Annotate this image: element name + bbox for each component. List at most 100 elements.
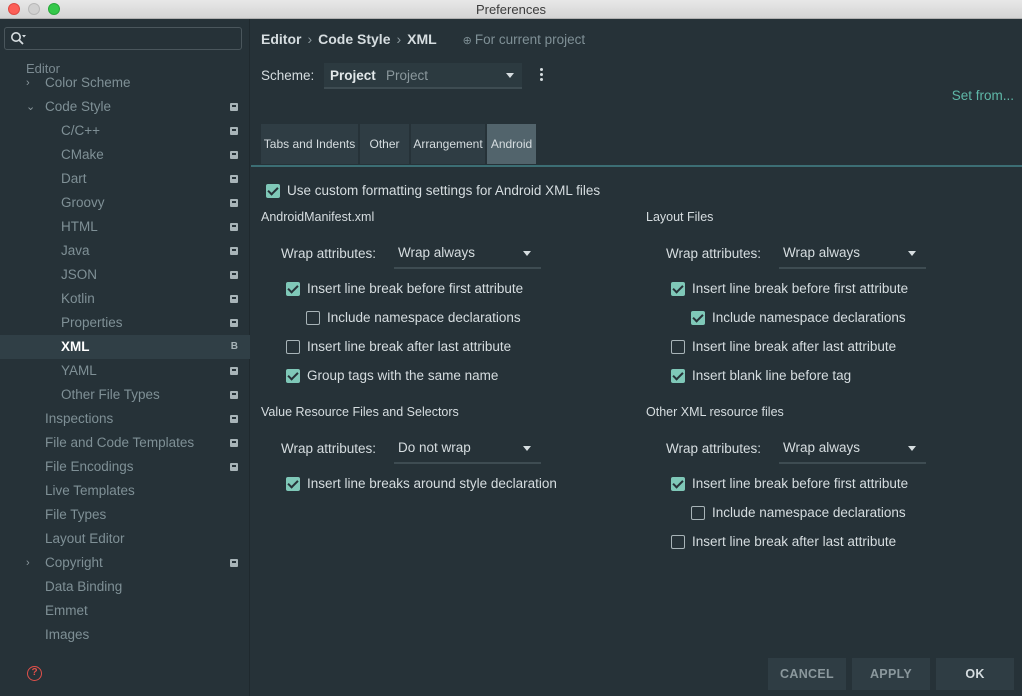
project-badge-icon — [230, 103, 238, 111]
values-wrap-label: Wrap attributes: — [281, 441, 377, 456]
sidebar-item-label: File Encodings — [45, 459, 134, 474]
breadcrumb-xml: XML — [407, 31, 437, 47]
sidebar-item-c-c[interactable]: C/C++ — [0, 119, 250, 143]
layout-break-after-label: Insert line break after last attribute — [692, 339, 897, 354]
sidebar-item-label: Code Style — [45, 99, 112, 114]
sidebar-item-file-types[interactable]: File Types — [0, 503, 250, 527]
layout-break-before-checkbox[interactable] — [671, 282, 685, 296]
tab-android[interactable]: Android — [487, 124, 537, 164]
values-wrap-value: Do not wrap — [398, 440, 471, 455]
project-badge-icon — [230, 295, 238, 303]
project-badge-icon — [230, 367, 238, 375]
project-scope-note: ⊕ For current project — [463, 32, 592, 47]
sidebar-item-label: Other File Types — [61, 387, 160, 402]
manifest-group-tags-label: Group tags with the same name — [307, 368, 499, 383]
sidebar-item-label: JSON — [61, 267, 98, 282]
sidebar-item-label: CMake — [61, 147, 104, 162]
other-break-after-label: Insert line break after last attribute — [692, 534, 897, 549]
scheme-value: Project — [330, 68, 376, 83]
layout-wrap-label: Wrap attributes: — [666, 246, 762, 261]
breadcrumb-separator: › — [307, 31, 313, 47]
cancel-button[interactable]: CANCEL — [768, 658, 846, 690]
use-custom-checkbox[interactable] — [266, 184, 280, 198]
ok-button[interactable]: OK — [936, 658, 1014, 690]
other-wrap-dropdown[interactable]: Wrap always — [779, 434, 926, 464]
search-input[interactable] — [4, 27, 242, 50]
chevron-right-icon[interactable]: › — [26, 71, 30, 95]
scheme-dropdown[interactable]: Project Project — [324, 63, 522, 89]
tab-other[interactable]: Other — [360, 124, 410, 164]
set-from-link[interactable]: Set from... — [952, 88, 1014, 103]
sidebar-item-json[interactable]: JSON — [0, 263, 250, 287]
sidebar-item-data-binding[interactable]: Data Binding — [0, 575, 250, 599]
other-break-before-checkbox[interactable] — [671, 477, 685, 491]
sidebar-item-yaml[interactable]: YAML — [0, 359, 250, 383]
apply-button[interactable]: APPLY — [852, 658, 930, 690]
values-wrap-dropdown[interactable]: Do not wrap — [394, 434, 541, 464]
chevron-down-icon[interactable]: ⌄ — [26, 95, 35, 119]
project-badge-icon — [230, 319, 238, 327]
sidebar-item-kotlin[interactable]: Kotlin — [0, 287, 250, 311]
sidebar-item-file-encodings[interactable]: File Encodings — [0, 455, 250, 479]
sidebar-item-images[interactable]: Images — [0, 623, 250, 647]
sidebar-item-properties[interactable]: Properties — [0, 311, 250, 335]
layout-blank-line-label: Insert blank line before tag — [692, 368, 852, 383]
layout-wrap-dropdown[interactable]: Wrap always — [779, 239, 926, 269]
scheme-value-type: Project — [386, 68, 429, 83]
sidebar-item-html[interactable]: HTML — [0, 215, 250, 239]
breadcrumb-editor: Editor — [261, 31, 302, 47]
sidebar-item-label: Images — [45, 627, 90, 642]
values-style-breaks-checkbox[interactable] — [286, 477, 300, 491]
sidebar-item-color-scheme[interactable]: › Color Scheme — [0, 71, 250, 95]
sidebar-item-label: File and Code Templates — [45, 435, 195, 450]
layout-section-title: Layout Files — [646, 210, 714, 224]
sidebar-item-inspections[interactable]: Inspections — [0, 407, 250, 431]
window-title: Preferences — [475, 2, 547, 17]
sidebar-item-other-file-types[interactable]: Other File Types — [0, 383, 250, 407]
sidebar-item-label: Java — [61, 243, 90, 258]
manifest-break-after-checkbox[interactable] — [286, 340, 300, 354]
chevron-down-icon — [908, 446, 916, 451]
tab-tabs-and-indents[interactable]: Tabs and Indents — [261, 124, 359, 164]
manifest-break-before-checkbox[interactable] — [286, 282, 300, 296]
breadcrumb: Editor › Code Style › XML ⊕ For current proje… — [261, 31, 597, 47]
layout-namespace-checkbox[interactable] — [691, 311, 705, 325]
tab-arrangement[interactable]: Arrangement — [411, 124, 486, 164]
manifest-wrap-value: Wrap always — [398, 245, 476, 260]
sidebar-item-label: Inspections — [45, 411, 114, 426]
sidebar-item-cmake[interactable]: CMake — [0, 143, 250, 167]
sidebar-item-live-templates[interactable]: Live Templates — [0, 479, 250, 503]
project-badge-icon — [230, 463, 238, 471]
help-icon[interactable]: ? — [27, 666, 42, 681]
sidebar-item-xml[interactable]: XML B — [0, 335, 250, 359]
sidebar-item-java[interactable]: Java — [0, 239, 250, 263]
chevron-right-icon[interactable]: › — [26, 551, 30, 575]
chevron-down-icon — [523, 446, 531, 451]
sidebar-item-label: Layout Editor — [45, 531, 125, 546]
manifest-wrap-label: Wrap attributes: — [281, 246, 377, 261]
other-wrap-value: Wrap always — [783, 440, 861, 455]
sidebar-item-copyright[interactable]: › Copyright — [0, 551, 250, 575]
sidebar-item-file-and-code-templates[interactable]: File and Code Templates — [0, 431, 250, 455]
manifest-wrap-dropdown[interactable]: Wrap always — [394, 239, 541, 269]
sidebar-item-dart[interactable]: Dart — [0, 167, 250, 191]
other-break-after-checkbox[interactable] — [671, 535, 685, 549]
manifest-break-after-label: Insert line break after last attribute — [307, 339, 512, 354]
sidebar-item-groovy[interactable]: Groovy — [0, 191, 250, 215]
sidebar-item-layout-editor[interactable]: Layout Editor — [0, 527, 250, 551]
project-badge-icon — [230, 559, 238, 567]
use-custom-label: Use custom formatting settings for Andro… — [287, 183, 601, 198]
more-options-icon[interactable] — [540, 68, 544, 82]
values-section-title: Value Resource Files and Selectors — [261, 405, 459, 419]
sidebar-item-code-style[interactable]: ⌄ Code Style — [0, 95, 250, 119]
sidebar-item-emmet[interactable]: Emmet — [0, 599, 250, 623]
manifest-group-tags-checkbox[interactable] — [286, 369, 300, 383]
other-namespace-checkbox[interactable] — [691, 506, 705, 520]
layout-blank-line-checkbox[interactable] — [671, 369, 685, 383]
sidebar-item-label: Groovy — [61, 195, 105, 210]
manifest-namespace-checkbox[interactable] — [306, 311, 320, 325]
layout-wrap-value: Wrap always — [783, 245, 861, 260]
layout-break-after-checkbox[interactable] — [671, 340, 685, 354]
breadcrumb-code-style: Code Style — [318, 31, 391, 47]
sidebar-item-label: File Types — [45, 507, 107, 522]
